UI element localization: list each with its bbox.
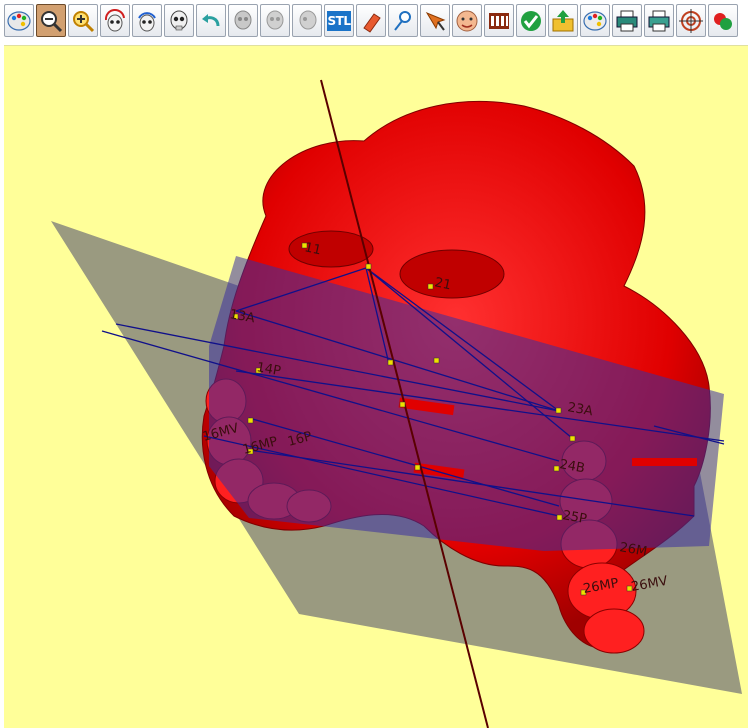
model-canvas[interactable]: 11 21 13A 14P 23A 24B 25P 26M 26MP 26MV … <box>4 46 748 728</box>
3d-viewport[interactable]: 11 21 13A 14P 23A 24B 25P 26M 26MP 26MV … <box>4 45 748 728</box>
print-preview-icon[interactable] <box>644 4 674 37</box>
target-icon[interactable] <box>676 4 706 37</box>
color-spheres-icon[interactable] <box>708 4 738 37</box>
export-folder-icon[interactable] <box>548 4 578 37</box>
measure-pin-icon[interactable] <box>388 4 418 37</box>
color-palette-icon[interactable] <box>580 4 610 37</box>
zoom-out-icon[interactable] <box>36 4 66 37</box>
palette-icon[interactable] <box>4 4 34 37</box>
rotate-skull-up-icon[interactable] <box>132 4 162 37</box>
skull-side-grey-icon[interactable] <box>260 4 290 37</box>
face-icon[interactable] <box>452 4 482 37</box>
rotate-skull-left-icon[interactable] <box>100 4 130 37</box>
stl-label: STL <box>326 10 352 31</box>
zoom-in-icon[interactable] <box>68 4 98 37</box>
skull-front-icon[interactable] <box>164 4 194 37</box>
undo-arrow-icon[interactable] <box>196 4 226 37</box>
stl-export-icon[interactable]: STL <box>324 4 354 37</box>
socket-21 <box>399 249 505 299</box>
check-icon[interactable] <box>516 4 546 37</box>
teeth-chart-icon[interactable] <box>484 4 514 37</box>
skull-grey-icon[interactable] <box>228 4 258 37</box>
skull-lateral-grey-icon[interactable] <box>292 4 322 37</box>
toolbar: STL <box>0 0 748 41</box>
print-icon[interactable] <box>612 4 642 37</box>
eraser-icon[interactable] <box>356 4 386 37</box>
pick-point-icon[interactable] <box>420 4 450 37</box>
